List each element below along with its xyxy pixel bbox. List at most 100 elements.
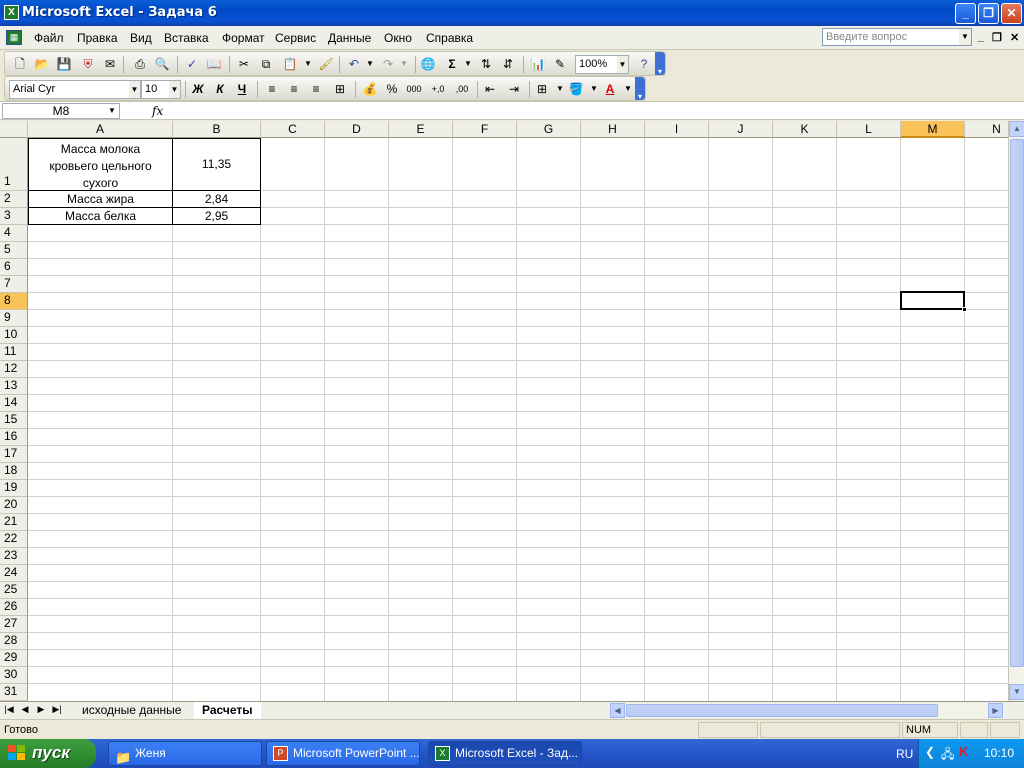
first-sheet-icon[interactable]: |◀ <box>2 704 16 715</box>
cell-b1[interactable]: 11,35 <box>172 138 261 191</box>
row-header-6[interactable]: 6 <box>0 259 28 276</box>
column-header-d[interactable]: D <box>325 121 389 138</box>
help-icon[interactable]: ? <box>635 56 653 73</box>
row-header-1[interactable]: 1 <box>0 138 28 191</box>
row-header-4[interactable]: 4 <box>0 225 28 242</box>
language-indicator[interactable]: RU <box>896 747 913 761</box>
fill-handle[interactable] <box>962 307 967 312</box>
merge-center-icon[interactable]: ⊞ <box>331 81 349 98</box>
row-header-7[interactable]: 7 <box>0 276 28 293</box>
chevron-down-icon[interactable]: ▼ <box>395 56 413 73</box>
column-header-l[interactable]: L <box>837 121 901 138</box>
vertical-scroll-thumb[interactable] <box>1010 139 1024 667</box>
row-header-21[interactable]: 21 <box>0 514 28 531</box>
vertical-scrollbar[interactable]: ▲ ▼ <box>1008 121 1024 701</box>
borders-icon[interactable]: ⊞ <box>533 81 551 98</box>
zoom-select[interactable]: 100% ▼ <box>575 55 629 74</box>
cell-b3[interactable]: 2,95 <box>172 207 261 225</box>
row-header-18[interactable]: 18 <box>0 463 28 480</box>
row-header-28[interactable]: 28 <box>0 633 28 650</box>
cell-b2[interactable]: 2,84 <box>172 190 261 208</box>
row-header-17[interactable]: 17 <box>0 446 28 463</box>
fill-color-icon[interactable]: 🪣 <box>567 81 585 98</box>
column-header-m[interactable]: M <box>901 121 965 138</box>
row-header-31[interactable]: 31 <box>0 684 28 701</box>
thousands-button[interactable]: 000 <box>405 81 423 98</box>
cell-a2[interactable]: Масса жира <box>28 190 173 208</box>
chevron-down-icon[interactable]: ▼ <box>299 56 317 73</box>
toolbar-options-icon[interactable]: ▾ <box>635 77 645 101</box>
open-folder-icon[interactable]: 📂 <box>33 56 51 73</box>
scroll-left-icon[interactable]: ◀ <box>610 703 625 718</box>
name-box[interactable]: M8 ▼ <box>2 103 120 119</box>
cell-a3[interactable]: Масса белка <box>28 207 173 225</box>
italic-button[interactable]: К <box>211 81 229 98</box>
row-header-20[interactable]: 20 <box>0 497 28 514</box>
chevron-down-icon[interactable]: ▼ <box>459 56 477 73</box>
insert-function-icon[interactable]: fx <box>152 104 170 118</box>
toolbar-options-icon[interactable]: ▾ <box>655 52 665 76</box>
network-icon[interactable]: 🖧 <box>941 745 954 766</box>
cell-a1[interactable]: Масса молока кровьего цельного сухого <box>28 138 173 191</box>
column-header-j[interactable]: J <box>709 121 773 138</box>
horizontal-scrollbar[interactable]: ◀ ▶ <box>610 703 1005 718</box>
align-left-icon[interactable]: ≡ <box>263 81 281 98</box>
ask-question-input[interactable]: Введите вопрос ▼ <box>822 28 972 46</box>
spelling-icon[interactable]: ✓ <box>183 56 201 73</box>
row-header-9[interactable]: 9 <box>0 310 28 327</box>
row-header-25[interactable]: 25 <box>0 582 28 599</box>
chevron-left-icon[interactable]: ❮ <box>925 745 935 759</box>
active-cell-m8[interactable] <box>900 291 967 312</box>
bold-button[interactable]: Ж <box>189 81 207 98</box>
doc-minimize-button[interactable]: _ <box>978 31 984 43</box>
sheet-tab-source-data[interactable]: исходные данные <box>74 702 189 719</box>
font-color-icon[interactable]: A <box>601 81 619 98</box>
row-header-19[interactable]: 19 <box>0 480 28 497</box>
sort-ascending-icon[interactable]: ⇅ <box>477 56 495 73</box>
row-header-3[interactable]: 3 <box>0 208 28 225</box>
percent-button[interactable]: % <box>383 81 401 98</box>
save-icon[interactable]: 💾 <box>55 56 73 73</box>
menu-edit[interactable]: Правка <box>77 31 118 45</box>
row-header-14[interactable]: 14 <box>0 395 28 412</box>
document-icon[interactable]: ▦ <box>6 30 22 45</box>
maximize-button[interactable]: ❐ <box>978 3 999 24</box>
scroll-up-icon[interactable]: ▲ <box>1009 121 1024 137</box>
doc-restore-button[interactable]: ❐ <box>992 31 1002 44</box>
decrease-indent-icon[interactable]: ⇤ <box>481 81 499 98</box>
menu-window[interactable]: Окно <box>384 31 412 45</box>
sheet-tab-calculations[interactable]: Расчеты <box>194 702 261 719</box>
menu-file[interactable]: Файл <box>34 31 64 45</box>
row-header-16[interactable]: 16 <box>0 429 28 446</box>
drawing-icon[interactable]: ✎ <box>551 56 569 73</box>
align-center-icon[interactable]: ≡ <box>285 81 303 98</box>
row-header-23[interactable]: 23 <box>0 548 28 565</box>
sort-descending-icon[interactable]: ⇵ <box>499 56 517 73</box>
prev-sheet-icon[interactable]: ◀ <box>18 704 32 715</box>
chart-wizard-icon[interactable]: 📊 <box>529 56 547 73</box>
print-icon[interactable]: ⎙ <box>131 56 149 73</box>
last-sheet-icon[interactable]: ▶| <box>50 704 64 715</box>
currency-icon[interactable]: 💰 <box>361 81 379 98</box>
align-right-icon[interactable]: ≡ <box>307 81 325 98</box>
font-size-select[interactable]: 10 ▼ <box>141 80 181 99</box>
format-painter-icon[interactable]: 🖌 <box>317 56 335 73</box>
row-header-12[interactable]: 12 <box>0 361 28 378</box>
taskbar-powerpoint[interactable]: P Microsoft PowerPoint ... <box>266 741 420 766</box>
cut-icon[interactable]: ✂ <box>235 56 253 73</box>
close-button[interactable]: ✕ <box>1001 3 1022 24</box>
minimize-button[interactable]: _ <box>955 3 976 24</box>
row-header-22[interactable]: 22 <box>0 531 28 548</box>
research-icon[interactable]: 📖 <box>205 56 223 73</box>
menu-format[interactable]: Формат <box>222 31 265 45</box>
row-header-11[interactable]: 11 <box>0 344 28 361</box>
antivirus-icon[interactable]: K <box>959 744 968 759</box>
chevron-down-icon[interactable]: ▼ <box>959 29 971 45</box>
menu-insert[interactable]: Вставка <box>164 31 209 45</box>
column-header-a[interactable]: A <box>28 121 173 138</box>
chevron-down-icon[interactable]: ▼ <box>105 104 119 118</box>
menu-data[interactable]: Данные <box>328 31 371 45</box>
column-header-i[interactable]: I <box>645 121 709 138</box>
taskbar-folder-zhenya[interactable]: 📁 Женя <box>108 741 262 766</box>
menu-view[interactable]: Вид <box>130 31 152 45</box>
